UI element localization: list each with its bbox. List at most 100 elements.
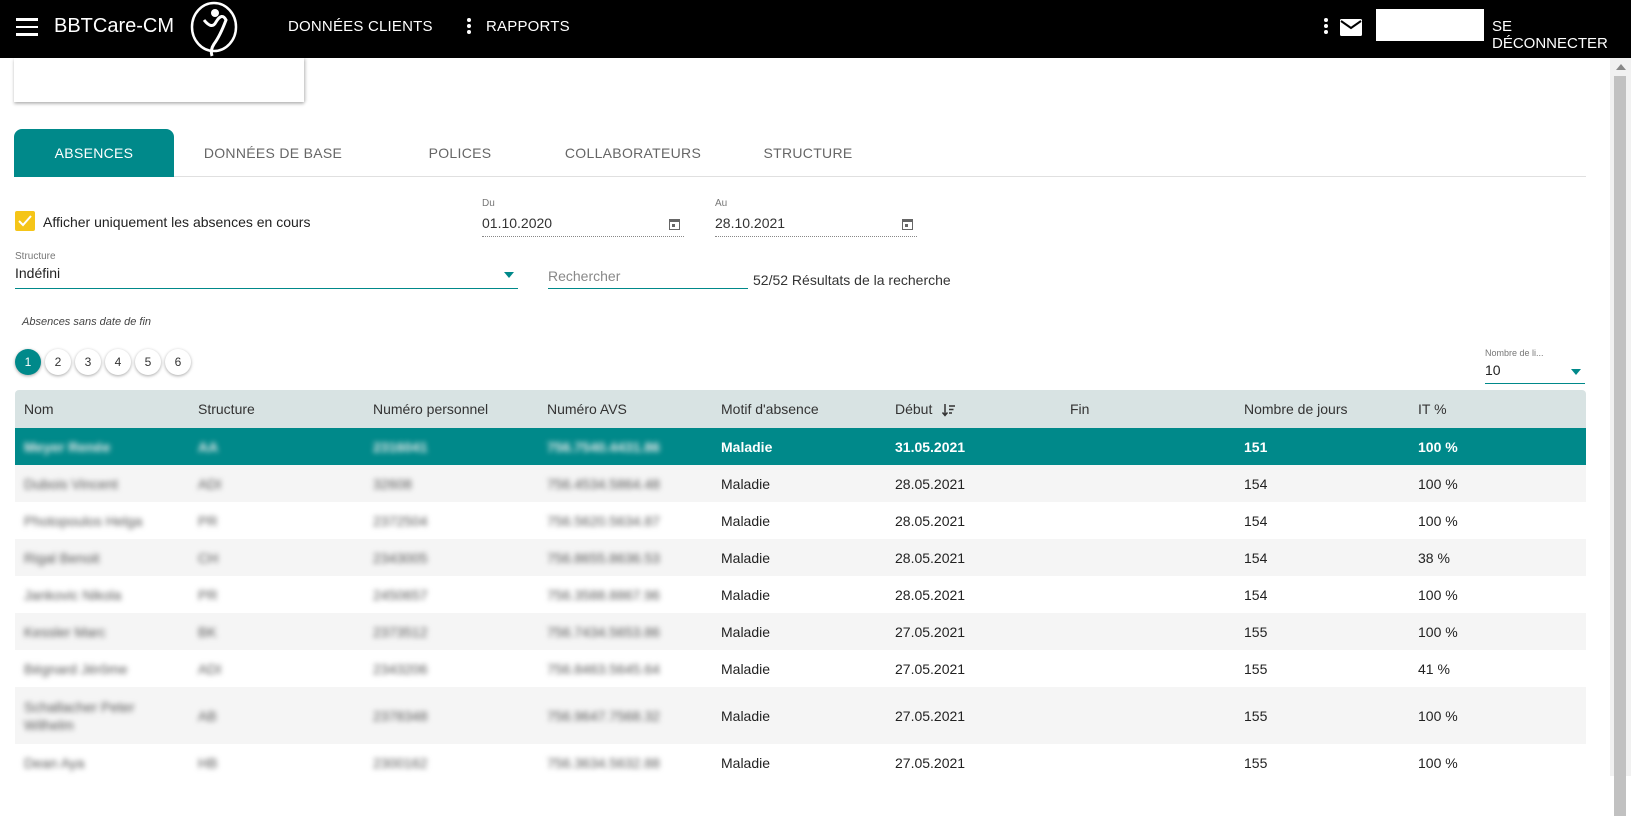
cell-jours: 155 xyxy=(1244,661,1268,677)
page-button-1[interactable]: 1 xyxy=(15,349,41,375)
app-title[interactable]: BBTCare-CM xyxy=(54,15,174,38)
tab-structure[interactable]: STRUCTURE xyxy=(728,129,888,177)
to-date-label: Au xyxy=(715,198,728,209)
cell-debut: 31.05.2021 xyxy=(895,439,966,455)
cell-motif: Maladie xyxy=(721,476,771,492)
mail-icon[interactable] xyxy=(1340,19,1362,36)
cell-nom: Dubois Vincent xyxy=(24,476,118,492)
tab-collaborateurs[interactable]: COLLABORATEURS xyxy=(548,129,718,177)
scroll-up-arrow-icon[interactable] xyxy=(1616,64,1626,70)
table-row[interactable]: Bégnard Jérôme ADI 2343206 756.8463.5645… xyxy=(15,650,1586,687)
cell-it: 100 % xyxy=(1418,513,1458,529)
cell-numero: 2343005 xyxy=(373,550,428,566)
cell-jours: 151 xyxy=(1244,439,1268,455)
column-header-structure[interactable]: Structure xyxy=(198,401,255,417)
table-row[interactable]: Dubois Vincent ADI 32608 756.4534.5864.4… xyxy=(15,465,1586,502)
table-row[interactable]: Photopoulos Helga PR 2372504 756.5620.56… xyxy=(15,502,1586,539)
nav-donnees-clients[interactable]: DONNÉES CLIENTS xyxy=(288,18,433,35)
to-date-field[interactable]: 28.10.2021 xyxy=(715,211,917,237)
column-header-nom[interactable]: Nom xyxy=(24,401,54,417)
page-button-6[interactable]: 6 xyxy=(165,349,191,375)
cell-structure: AB xyxy=(198,708,217,724)
current-absences-checkbox[interactable] xyxy=(15,211,35,231)
nav-rapports[interactable]: RAPPORTS xyxy=(486,18,570,35)
page-button-5[interactable]: 5 xyxy=(135,349,161,375)
check-icon xyxy=(18,215,32,227)
absences-table: Nom Structure Numéro personnel Numéro AV… xyxy=(15,390,1586,781)
rows-per-page-select[interactable]: 10 xyxy=(1485,362,1585,384)
cell-it: 100 % xyxy=(1418,439,1458,455)
from-date-label: Du xyxy=(482,198,495,209)
cell-it: 100 % xyxy=(1418,476,1458,492)
table-row[interactable]: Schallacher Peter Wilhelm AB 2378348 756… xyxy=(15,687,1586,744)
column-header-it[interactable]: IT % xyxy=(1418,401,1447,417)
page-button-3[interactable]: 3 xyxy=(75,349,101,375)
brand-logo-icon xyxy=(190,1,238,57)
column-header-debut[interactable]: Début xyxy=(895,401,956,417)
cell-structure: CH xyxy=(198,550,219,566)
column-header-nombre-de-jours[interactable]: Nombre de jours xyxy=(1244,401,1348,417)
cell-motif: Maladie xyxy=(721,550,771,566)
cell-numero: 2343206 xyxy=(373,661,428,677)
cell-motif: Maladie xyxy=(721,755,771,771)
cell-numero: 32608 xyxy=(373,476,412,492)
page-button-2[interactable]: 2 xyxy=(45,349,71,375)
dropdown-caret-icon xyxy=(504,272,514,278)
tab-donnees-de-base[interactable]: DONNÉES DE BASE xyxy=(192,129,354,177)
rows-per-page-value: 10 xyxy=(1485,362,1501,378)
calendar-icon[interactable] xyxy=(902,219,913,230)
cell-debut: 28.05.2021 xyxy=(895,476,966,492)
sort-descending-icon[interactable] xyxy=(942,403,956,417)
structure-select[interactable]: Indéfini xyxy=(15,265,518,289)
client-card xyxy=(14,58,304,102)
checkbox-label[interactable]: Afficher uniquement les absences en cour… xyxy=(43,214,310,230)
structure-value: Indéfini xyxy=(15,265,61,281)
table-row[interactable]: Meyer Renée AA 2316041 756.7540.4431.86 … xyxy=(15,428,1586,465)
cell-nom: Jankovic Nikola xyxy=(24,587,122,603)
tab-polices[interactable]: POLICES xyxy=(380,129,540,177)
table-row[interactable]: Dean Aya HB 2300162 756.3634.5632.88 Mal… xyxy=(15,744,1586,781)
cell-debut: 28.05.2021 xyxy=(895,587,966,603)
logout-button[interactable]: SE DÉCONNECTER xyxy=(1492,18,1631,52)
page-button-4[interactable]: 4 xyxy=(105,349,131,375)
scrollbar-thumb[interactable] xyxy=(1614,76,1626,816)
menu-icon[interactable] xyxy=(16,18,38,36)
cell-avs: 756.3588.8867.96 xyxy=(547,587,660,603)
cell-debut: 27.05.2021 xyxy=(895,624,966,640)
from-date-field[interactable]: 01.10.2020 xyxy=(482,211,684,237)
more-vert-icon[interactable] xyxy=(1323,18,1329,36)
cell-it: 100 % xyxy=(1418,755,1458,771)
column-header-numero-avs[interactable]: Numéro AVS xyxy=(547,401,627,417)
cell-it: 100 % xyxy=(1418,624,1458,640)
user-name-box[interactable] xyxy=(1376,9,1484,41)
table-row[interactable]: Jankovic Nikola PR 2450657 756.3588.8867… xyxy=(15,576,1586,613)
cell-nom: Rigal Benoit xyxy=(24,550,100,566)
cell-structure: PR xyxy=(198,587,218,603)
cell-jours: 154 xyxy=(1244,587,1268,603)
column-header-numero-personnel[interactable]: Numéro personnel xyxy=(373,401,488,417)
cell-numero: 2372504 xyxy=(373,513,428,529)
scrollbar[interactable] xyxy=(1610,58,1631,816)
cell-motif: Maladie xyxy=(721,708,771,724)
cell-debut: 27.05.2021 xyxy=(895,708,966,724)
cell-debut: 28.05.2021 xyxy=(895,550,966,566)
cell-avs: 756.5620.5634.87 xyxy=(547,513,660,529)
to-date-value: 28.10.2021 xyxy=(715,215,786,231)
table-row[interactable]: Rigal Benoit CH 2343005 756.8655.8636.53… xyxy=(15,539,1586,576)
cell-numero: 2378348 xyxy=(373,708,428,724)
cell-debut: 27.05.2021 xyxy=(895,755,966,771)
cell-structure: PR xyxy=(198,513,218,529)
search-input[interactable]: Rechercher xyxy=(548,268,748,289)
tab-absences[interactable]: ABSENCES xyxy=(14,129,174,177)
more-vert-icon[interactable] xyxy=(466,18,472,36)
cell-nom: Photopoulos Helga xyxy=(24,513,143,529)
cell-it: 100 % xyxy=(1418,708,1458,724)
cell-numero: 2450657 xyxy=(373,587,428,603)
column-header-motif[interactable]: Motif d'absence xyxy=(721,401,819,417)
column-header-fin[interactable]: Fin xyxy=(1070,401,1089,417)
table-header: Nom Structure Numéro personnel Numéro AV… xyxy=(15,390,1586,428)
cell-nom: Meyer Renée xyxy=(24,439,111,455)
cell-numero: 2316041 xyxy=(373,439,428,455)
calendar-icon[interactable] xyxy=(669,219,680,230)
table-row[interactable]: Kessler Marc BK 2373512 756.7434.5653.86… xyxy=(15,613,1586,650)
